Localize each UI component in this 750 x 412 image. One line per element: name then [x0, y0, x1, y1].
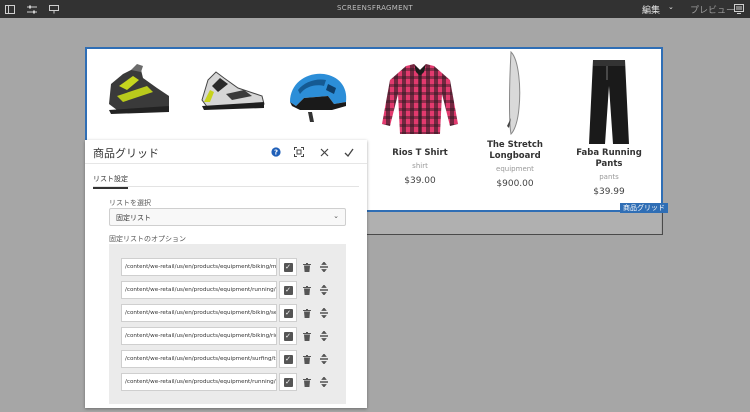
path-field[interactable]: /content/we-retail/us/en/products/equipm… — [121, 350, 277, 368]
preview-button[interactable]: プレビュー — [690, 3, 735, 16]
product-card[interactable] — [97, 56, 181, 142]
product-category: shirt — [412, 162, 428, 170]
product-name: Faba Running Pants — [576, 148, 642, 169]
select-checkbox[interactable]: ✓ — [279, 373, 297, 391]
fullscreen-icon[interactable] — [293, 146, 305, 158]
select-label: リストを選択 — [109, 199, 151, 207]
checkbox-checked-icon: ✓ — [283, 308, 293, 318]
trash-icon[interactable] — [301, 284, 313, 296]
list-item: /content/we-retail/us/en/products/equipm… — [121, 327, 331, 345]
product-category: equipment — [496, 165, 534, 173]
list-item: /content/we-retail/us/en/products/equipm… — [121, 281, 331, 299]
close-icon[interactable] — [318, 146, 330, 158]
product-price: $39.00 — [404, 176, 436, 186]
select-checkbox[interactable]: ✓ — [279, 350, 297, 368]
list-type-select[interactable]: 固定リスト ⌄ — [109, 208, 346, 226]
product-price: $900.00 — [496, 179, 534, 189]
drag-handle-icon[interactable] — [318, 284, 330, 296]
product-name: The Stretch Longboard — [487, 140, 543, 161]
svg-text:?: ? — [274, 149, 278, 157]
trash-icon[interactable] — [301, 307, 313, 319]
trash-icon[interactable] — [301, 353, 313, 365]
product-card[interactable]: The Stretch Longboard equipment $900.00 — [473, 48, 557, 189]
path-field[interactable]: /content/we-retail/us/en/products/equipm… — [121, 258, 277, 276]
confirm-icon[interactable] — [343, 146, 355, 158]
trash-icon[interactable] — [301, 261, 313, 273]
select-checkbox[interactable]: ✓ — [279, 258, 297, 276]
dialog-title: 商品グリッド — [93, 147, 159, 160]
flannel-shirt-icon — [378, 60, 462, 148]
help-icon[interactable]: ? — [270, 146, 282, 158]
trash-icon[interactable] — [301, 330, 313, 342]
path-field[interactable]: /content/we-retail/us/en/products/equipm… — [121, 327, 277, 345]
editor-toolbar: SCREENSFRAGMENT 編集 ⌄ プレビュー — [0, 0, 750, 18]
cycling-shoe-icon — [97, 56, 181, 136]
select-checkbox[interactable]: ✓ — [279, 327, 297, 345]
list-item: /content/we-retail/us/en/products/equipm… — [121, 350, 331, 368]
select-checkbox[interactable]: ✓ — [279, 304, 297, 322]
product-card[interactable] — [188, 56, 272, 142]
running-pants-icon — [567, 56, 651, 148]
drag-handle-icon[interactable] — [318, 261, 330, 273]
checkbox-checked-icon: ✓ — [283, 354, 293, 364]
list-item: /content/we-retail/us/en/products/equipm… — [121, 304, 331, 322]
path-field[interactable]: /content/we-retail/us/en/products/equipm… — [121, 373, 277, 391]
drag-handle-icon[interactable] — [318, 353, 330, 365]
drag-handle-icon[interactable] — [318, 376, 330, 388]
product-card[interactable]: Rios T Shirt shirt $39.00 — [378, 60, 462, 186]
path-field[interactable]: /content/we-retail/us/en/products/equipm… — [121, 281, 277, 299]
list-item: /content/we-retail/us/en/products/equipm… — [121, 258, 331, 276]
checkbox-checked-icon: ✓ — [283, 377, 293, 387]
emulator-icon[interactable] — [732, 2, 746, 16]
chevron-down-icon[interactable]: ⌄ — [668, 3, 674, 11]
fixed-list-multifield: /content/we-retail/us/en/products/equipm… — [109, 244, 346, 404]
list-item: /content/we-retail/us/en/products/equipm… — [121, 373, 331, 391]
component-dialog: 商品グリッド ? リスト設定 リストを選択 固定リスト ⌄ 固定リストのオプショ… — [85, 140, 367, 408]
longboard-icon — [473, 48, 557, 140]
running-shoe-icon — [188, 56, 272, 136]
select-checkbox[interactable]: ✓ — [279, 281, 297, 299]
path-field[interactable]: /content/we-retail/us/en/products/equipm… — [121, 304, 277, 322]
chevron-down-icon: ⌄ — [333, 212, 339, 220]
checkbox-checked-icon: ✓ — [283, 331, 293, 341]
options-label: 固定リストのオプション — [109, 235, 186, 243]
product-category: pants — [599, 173, 619, 181]
select-value: 固定リスト — [116, 214, 151, 222]
checkbox-checked-icon: ✓ — [283, 285, 293, 295]
mode-selector[interactable]: 編集 — [642, 3, 660, 16]
product-price: $39.99 — [593, 187, 625, 197]
page-title: SCREENSFRAGMENT — [337, 4, 413, 12]
drag-handle-icon[interactable] — [318, 330, 330, 342]
checkbox-checked-icon: ✓ — [283, 262, 293, 272]
drag-handle-icon[interactable] — [318, 307, 330, 319]
tab-divider — [93, 186, 359, 187]
product-card[interactable]: Faba Running Pants pants $39.99 — [567, 56, 651, 197]
bike-helmet-icon — [274, 56, 358, 136]
product-card[interactable] — [274, 56, 358, 142]
trash-icon[interactable] — [301, 376, 313, 388]
dialog-header: 商品グリッド ? — [85, 140, 367, 164]
component-badge: 商品グリッド — [620, 203, 668, 213]
product-name: Rios T Shirt — [392, 148, 448, 158]
